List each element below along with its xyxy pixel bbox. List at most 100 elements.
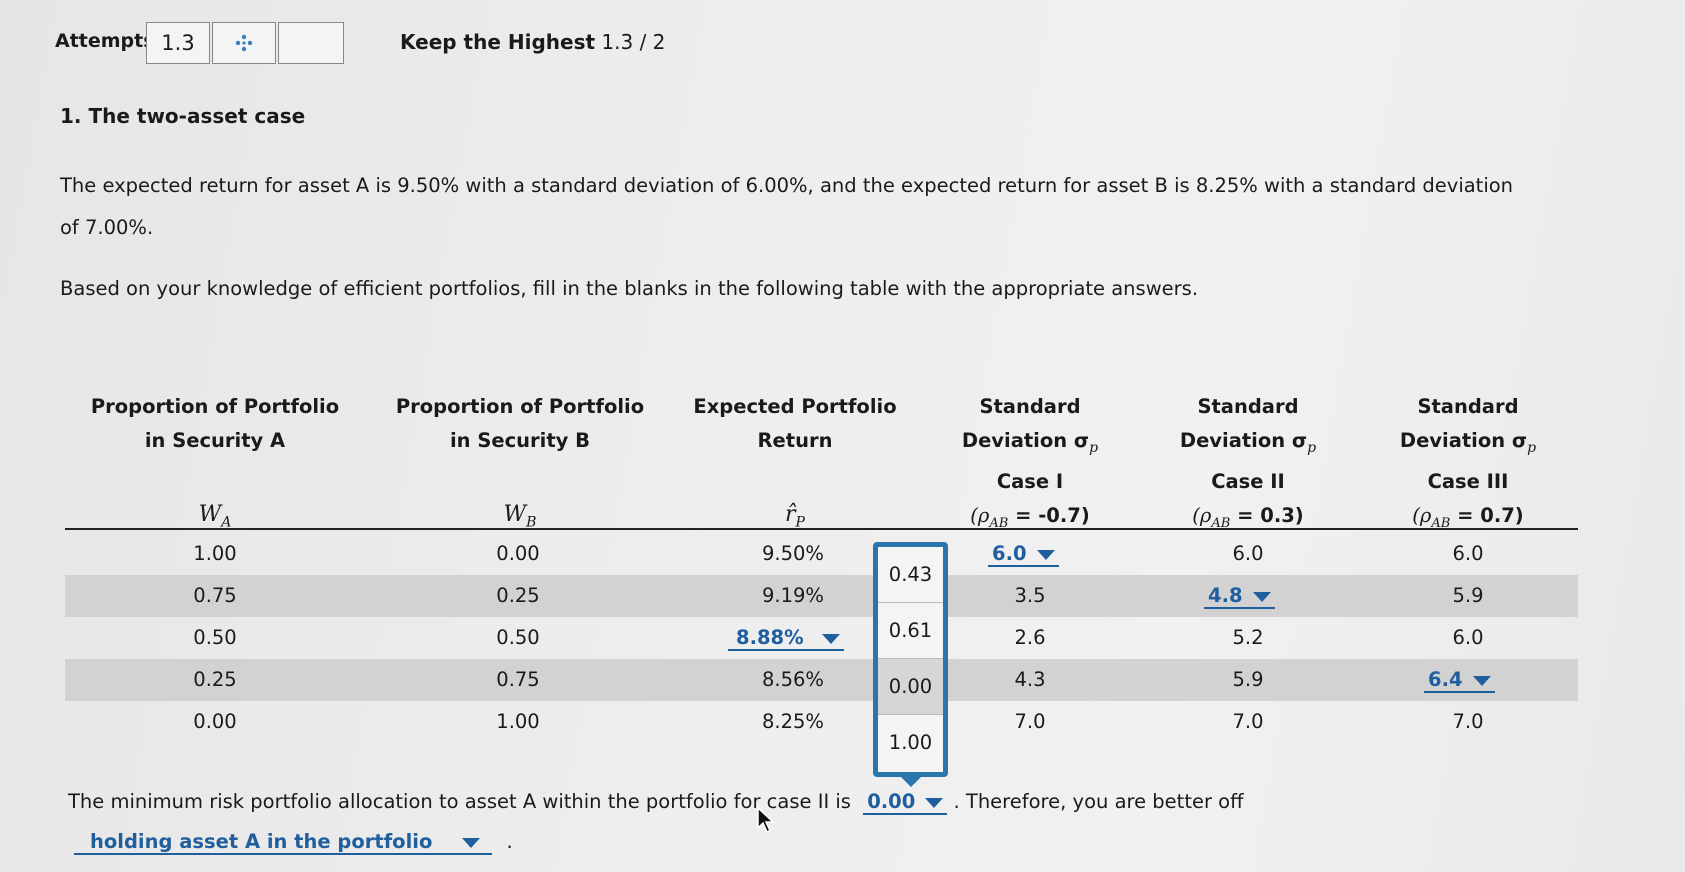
case2-sd-sub: p: [1307, 439, 1317, 456]
chevron-down-icon: [821, 633, 840, 644]
row2-wa: 0.75: [193, 584, 237, 607]
row1-case1-dropdown[interactable]: 6.0: [988, 540, 1059, 568]
question-intro-line1: The expected return for asset A is 9.50%…: [60, 174, 1514, 197]
case2-sd: Deviation σ: [1179, 429, 1308, 452]
row2-wb: 0.25: [496, 584, 540, 607]
header-case1: Standard Deviation σp Case I (ρAB = -0.7…: [930, 390, 1130, 541]
footer-sentence-end: . Therefore, you are better off: [953, 790, 1244, 813]
mouse-cursor-icon: [756, 806, 776, 838]
row1-case1-value: 6.0: [992, 542, 1027, 565]
keep-score: 1.3 / 2: [601, 30, 666, 54]
keep-highest: Keep the Highest 1.3 / 2: [400, 30, 665, 54]
row3-return-dropdown[interactable]: 8.88%: [728, 624, 844, 652]
attempt-score-box: 1.3: [146, 22, 210, 64]
popup-pointer: [899, 775, 923, 787]
row1-wa: 1.00: [193, 542, 237, 565]
case2-label: Case II: [1211, 469, 1285, 493]
header-wb-line2: in Security B: [449, 429, 591, 452]
footer-period: .: [506, 830, 513, 853]
case1-rho-sym: (ρ: [970, 503, 990, 527]
dropdown-option-selected[interactable]: 0.00: [878, 659, 943, 715]
row5-case3: 7.0: [1452, 710, 1484, 733]
header-return-line2: Return: [757, 429, 833, 452]
case3-line2: Deviation σp: [1368, 424, 1568, 465]
row3-case1: 2.6: [1014, 626, 1046, 649]
ret-sym: r̂: [785, 502, 796, 527]
question-intro-line2: of 7.00%.: [60, 216, 154, 239]
case3-label: Case III: [1427, 469, 1509, 493]
keep-label: Keep the Highest: [400, 30, 596, 54]
row1-wb: 0.00: [496, 542, 540, 565]
header-return-line1: Expected Portfolio: [693, 395, 897, 418]
row4-return: 8.56%: [762, 668, 824, 691]
header-wa-line1: Proportion of Portfolio: [90, 395, 340, 418]
min-risk-value: 0.00: [867, 790, 916, 813]
case1-rho-val: = -0.7): [1008, 503, 1090, 527]
question-instructions: Based on your knowledge of efficient por…: [60, 277, 1199, 300]
case2-line1: Standard: [1197, 395, 1299, 418]
footer-line2: holding asset A in the portfolio .: [74, 828, 513, 856]
row2-return: 9.19%: [762, 584, 824, 607]
row5-wa: 0.00: [193, 710, 237, 733]
attempts-label: Attempts: [55, 30, 155, 52]
dropdown-option[interactable]: 0.61: [878, 603, 943, 659]
better-off-dropdown[interactable]: holding asset A in the portfolio: [74, 830, 493, 855]
better-off-value: holding asset A in the portfolio: [90, 830, 433, 853]
row3-wa: 0.50: [193, 626, 237, 649]
chevron-down-icon: [462, 837, 481, 848]
case3-sd: Deviation σ: [1399, 429, 1528, 452]
wa-sym: W: [198, 502, 222, 527]
dropdown-options-popup: 0.43 0.61 0.00 1.00: [873, 542, 948, 777]
header-wb: Proportion of Portfolio in Security B: [380, 390, 660, 458]
row5-return: 8.25%: [762, 710, 824, 733]
header-wa-line2: in Security A: [144, 429, 286, 452]
case2-line2: Deviation σp: [1148, 424, 1348, 465]
row5-case2: 7.0: [1232, 710, 1264, 733]
empty-box: [278, 22, 344, 64]
row2-case2-dropdown[interactable]: 4.8: [1204, 582, 1275, 610]
case1-line1: Standard: [979, 395, 1081, 418]
row4-case3-dropdown[interactable]: 6.4: [1424, 666, 1495, 694]
header-wa: Proportion of Portfolio in Security A: [75, 390, 355, 458]
row2-case3: 5.9: [1452, 584, 1484, 607]
case3-rho-val: = 0.7): [1450, 503, 1524, 527]
footer-sentence-start: The minimum risk portfolio allocation to…: [68, 790, 851, 813]
case2-rho-sym: (ρ: [1192, 503, 1212, 527]
header-return: Expected Portfolio Return: [660, 390, 930, 458]
case2-rho-val: = 0.3): [1230, 503, 1304, 527]
row5-wb: 1.00: [496, 710, 540, 733]
row2-case1: 3.5: [1014, 584, 1046, 607]
row4-case1: 4.3: [1014, 668, 1046, 691]
header-case3: Standard Deviation σp Case III (ρAB = 0.…: [1368, 390, 1568, 541]
move-icon[interactable]: [212, 22, 276, 64]
header-case2: Standard Deviation σp Case II (ρAB = 0.3…: [1148, 390, 1348, 541]
row3-case3: 6.0: [1452, 626, 1484, 649]
dropdown-option[interactable]: 0.43: [878, 547, 943, 603]
footer-sentence: The minimum risk portfolio allocation to…: [68, 788, 1244, 816]
header-wb-line1: Proportion of Portfolio: [395, 395, 645, 418]
row3-return-value: 8.88%: [736, 626, 804, 649]
row4-wa: 0.25: [193, 668, 237, 691]
row3-wb: 0.50: [496, 626, 540, 649]
case3-line1: Standard: [1417, 395, 1519, 418]
chevron-down-icon: [1252, 591, 1271, 602]
chevron-down-icon: [1472, 675, 1491, 686]
case1-line2: Deviation σp: [930, 424, 1130, 465]
chevron-down-icon: [925, 797, 944, 808]
dropdown-option[interactable]: 1.00: [878, 715, 943, 771]
case3-rho-sym: (ρ: [1412, 503, 1432, 527]
chevron-down-icon: [1036, 549, 1055, 560]
case3-sd-sub: p: [1527, 439, 1537, 456]
row5-case1: 7.0: [1014, 710, 1046, 733]
wb-sym: W: [503, 502, 527, 527]
row1-case3: 6.0: [1452, 542, 1484, 565]
case1-label: Case I: [996, 469, 1064, 493]
row2-case2-value: 4.8: [1208, 584, 1243, 607]
min-risk-dropdown[interactable]: 0.00: [863, 790, 948, 815]
row4-case3-value: 6.4: [1428, 668, 1463, 691]
question-title: 1. The two-asset case: [60, 104, 306, 128]
row1-case2: 6.0: [1232, 542, 1264, 565]
row3-case2: 5.2: [1232, 626, 1264, 649]
case1-sd: Deviation σ: [961, 429, 1090, 452]
row1-return: 9.50%: [762, 542, 824, 565]
